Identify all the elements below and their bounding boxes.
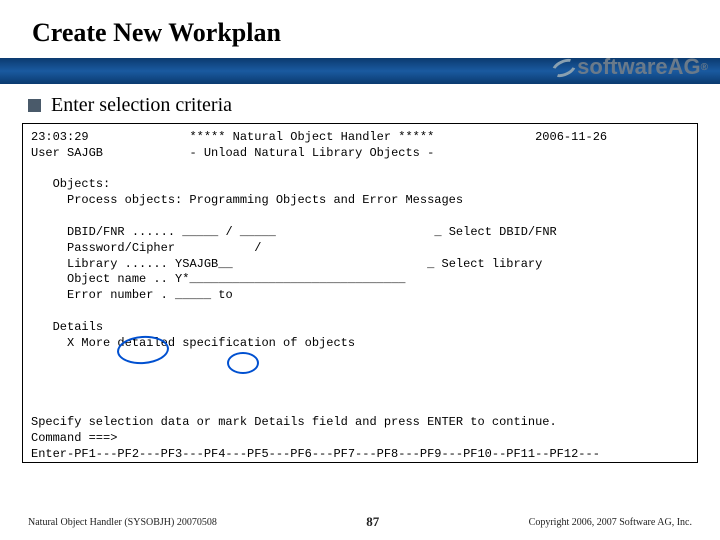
title-block: Create New Workplan: [0, 0, 720, 54]
process-objects: Process objects: Programming Objects and…: [67, 193, 463, 207]
pfkey-row: Enter-PF1---PF2---PF3---PF4---PF5---PF6-…: [31, 447, 600, 461]
subtitle-row: Enter selection criteria: [0, 84, 720, 121]
error-from[interactable]: _____: [175, 288, 211, 302]
objects-label: Objects:: [53, 177, 111, 191]
details-line[interactable]: X More detailed specification of objects: [67, 336, 355, 350]
error-label: Error number .: [67, 288, 168, 302]
logo-suffix: AG: [668, 54, 701, 80]
password-label: Password/Cipher: [67, 241, 175, 255]
library-label: Library ......: [67, 257, 168, 271]
header-bar: software AG ®: [0, 58, 720, 84]
command-prompt[interactable]: Command ===>: [31, 431, 117, 445]
footer-right: Copyright 2006, 2007 Software AG, Inc.: [529, 517, 692, 528]
password-value[interactable]: /: [182, 241, 261, 255]
footer-left: Natural Object Handler (SYSOBJH) 2007050…: [28, 517, 217, 528]
date: 2006-11-26: [535, 130, 607, 144]
page-number: 87: [366, 514, 379, 530]
select-library[interactable]: _ Select library: [427, 257, 542, 271]
dbid-value[interactable]: _____ / _____: [182, 225, 276, 239]
footer: Natural Object Handler (SYSOBJH) 2007050…: [0, 514, 720, 530]
error-to: to: [218, 288, 232, 302]
details-label: Details: [53, 320, 103, 334]
user-label: User SAJGB: [31, 146, 103, 160]
subtitle: Enter selection criteria: [51, 94, 232, 117]
header-center2: - Unload Natural Library Objects -: [189, 146, 434, 160]
time: 23:03:29: [31, 130, 89, 144]
library-value[interactable]: YSAJGB__: [175, 257, 233, 271]
hint-line: Specify selection data or mark Details f…: [31, 415, 557, 429]
registered-icon: ®: [701, 62, 708, 73]
page-title: Create New Workplan: [32, 18, 720, 48]
logo-text: software: [577, 54, 667, 80]
object-value[interactable]: Y*______________________________: [175, 272, 405, 286]
annotation-circle-icon: [227, 352, 259, 374]
header-center1: ***** Natural Object Handler *****: [189, 130, 434, 144]
brand-logo: software AG ®: [551, 54, 708, 80]
dbid-label: DBID/FNR ......: [67, 225, 175, 239]
square-bullet-icon: [28, 99, 41, 112]
terminal-screen: 23:03:29 ***** Natural Object Handler **…: [22, 123, 698, 463]
pfkey-labels: Help Exit SeLib DBIDs Detai Cmds Canc: [31, 462, 578, 463]
object-label: Object name ..: [67, 272, 168, 286]
select-dbid[interactable]: _ Select DBID/FNR: [434, 225, 556, 239]
swirl-icon: [551, 56, 573, 78]
